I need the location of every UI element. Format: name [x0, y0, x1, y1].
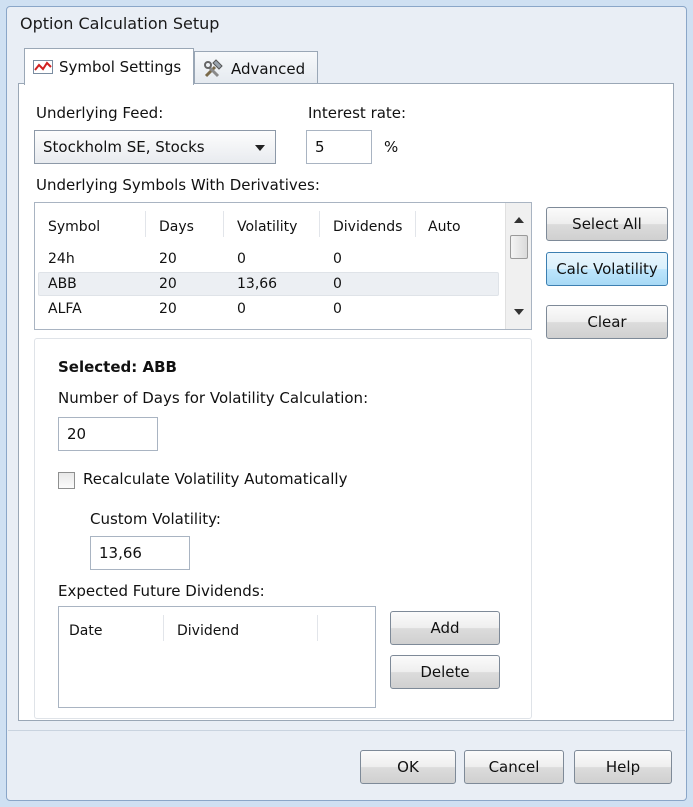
volatility-days-label: Number of Days for Volatility Calculatio…: [58, 389, 369, 407]
help-button[interactable]: Help: [574, 750, 672, 784]
column-divider: [163, 615, 164, 641]
column-header-symbol[interactable]: Symbol: [48, 219, 100, 235]
tab-advanced[interactable]: Advanced: [194, 51, 318, 85]
column-header-volatility[interactable]: Volatility: [237, 219, 297, 235]
column-header-dividends[interactable]: Dividends: [333, 219, 402, 235]
volatility-days-input[interactable]: 20: [58, 417, 158, 451]
calc-volatility-button[interactable]: Calc Volatility: [546, 252, 668, 286]
custom-volatility-label: Custom Volatility:: [90, 510, 221, 528]
column-header-days[interactable]: Days: [159, 219, 194, 235]
column-header-dividend[interactable]: Dividend: [177, 623, 239, 639]
column-divider: [415, 211, 416, 237]
column-header-date[interactable]: Date: [69, 623, 102, 639]
table-cell-volatility[interactable]: 0: [237, 251, 246, 267]
column-header-auto[interactable]: Auto: [428, 219, 461, 235]
underlying-feed-value: Stockholm SE, Stocks: [43, 138, 205, 156]
expected-dividends-label: Expected Future Dividends:: [58, 582, 265, 600]
underlying-symbols-label: Underlying Symbols With Derivatives:: [36, 176, 320, 194]
chart-line-icon: [33, 60, 53, 74]
column-divider: [145, 211, 146, 237]
delete-dividend-button[interactable]: Delete: [390, 655, 500, 689]
underlying-symbols-table[interactable]: Symbol Days Volatility Dividends Auto 24…: [34, 202, 532, 330]
table-cell-dividends[interactable]: 0: [333, 301, 342, 317]
underlying-feed-label: Underlying Feed:: [36, 104, 164, 122]
table-cell-dividends[interactable]: 0: [333, 251, 342, 267]
expected-dividends-table[interactable]: Date Dividend: [58, 606, 376, 708]
tools-icon: [204, 58, 223, 77]
interest-rate-label: Interest rate:: [308, 104, 407, 122]
table-cell-symbol[interactable]: ABB: [48, 276, 77, 292]
recalculate-volatility-label[interactable]: Recalculate Volatility Automatically: [83, 470, 347, 488]
column-divider: [223, 211, 224, 237]
footer-divider: [8, 730, 685, 731]
table-cell-volatility[interactable]: 13,66: [237, 276, 277, 292]
recalculate-volatility-checkbox[interactable]: [58, 472, 75, 489]
interest-rate-unit: %: [384, 138, 399, 156]
scroll-down-arrow-icon[interactable]: [514, 309, 524, 315]
window-title: Option Calculation Setup: [20, 14, 220, 33]
column-divider: [317, 615, 318, 641]
select-all-button[interactable]: Select All: [546, 207, 668, 241]
clear-button[interactable]: Clear: [546, 305, 668, 339]
underlying-feed-select[interactable]: Stockholm SE, Stocks: [34, 130, 276, 164]
scrollbar-thumb[interactable]: [510, 235, 528, 259]
table-cell-days[interactable]: 20: [159, 276, 177, 292]
vertical-scrollbar[interactable]: [505, 203, 531, 329]
chevron-down-icon: [255, 145, 265, 151]
table-cell-symbol[interactable]: 24h: [48, 251, 75, 267]
table-cell-dividends[interactable]: 0: [333, 276, 342, 292]
table-cell-days[interactable]: 20: [159, 301, 177, 317]
tab-symbol-settings-label: Symbol Settings: [59, 58, 182, 76]
selected-symbol-title: Selected: ABB: [58, 358, 177, 376]
table-cell-symbol[interactable]: ALFA: [48, 301, 82, 317]
interest-rate-input[interactable]: 5: [306, 130, 372, 164]
table-cell-volatility[interactable]: 0: [237, 301, 246, 317]
table-cell-days[interactable]: 20: [159, 251, 177, 267]
ok-button[interactable]: OK: [360, 750, 456, 784]
tab-symbol-settings[interactable]: Symbol Settings: [24, 48, 194, 85]
cancel-button[interactable]: Cancel: [464, 750, 564, 784]
tab-advanced-label: Advanced: [231, 59, 306, 78]
column-divider: [319, 211, 320, 237]
scroll-up-arrow-icon[interactable]: [514, 217, 524, 223]
custom-volatility-input[interactable]: 13,66: [90, 536, 190, 570]
add-dividend-button[interactable]: Add: [390, 611, 500, 645]
